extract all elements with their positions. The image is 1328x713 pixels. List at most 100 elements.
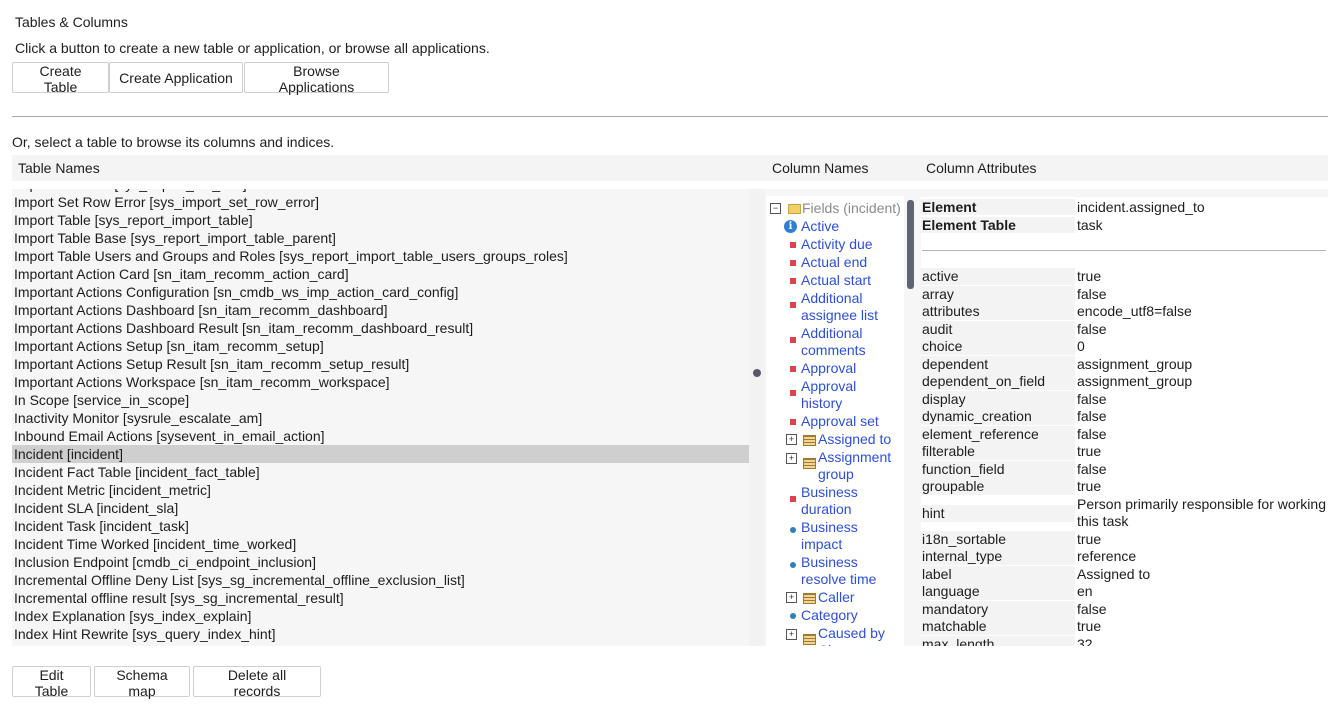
- tree-item-label[interactable]: Business duration: [801, 484, 901, 518]
- tree-item-label[interactable]: Business impact: [801, 519, 901, 553]
- collapse-icon[interactable]: −: [770, 203, 781, 214]
- tree-item[interactable]: i Active: [766, 218, 904, 236]
- table-list-item[interactable]: Important Actions Workspace [sn_itam_rec…: [12, 373, 749, 391]
- tree-item[interactable]: + Caused by Change: [766, 625, 904, 646]
- expand-icon[interactable]: +: [786, 453, 797, 464]
- field-icon: [790, 302, 796, 308]
- tree-item[interactable]: + Caller: [766, 589, 904, 607]
- table-list-item[interactable]: Incident Time Worked [incident_time_work…: [12, 535, 749, 553]
- tree-item-label[interactable]: Business resolve time: [801, 554, 901, 588]
- table-list-item[interactable]: Index Explanation [sys_index_explain]: [12, 607, 749, 625]
- edit-table-button[interactable]: Edit Table: [12, 666, 91, 699]
- tree-item[interactable]: Actual end: [766, 254, 904, 272]
- table-list-item[interactable]: Inclusion Endpoint [cmdb_ci_endpoint_inc…: [12, 553, 749, 571]
- table-list-item[interactable]: Important Actions Setup Result [sn_itam_…: [12, 355, 749, 373]
- table-list-item[interactable]: Incident SLA [incident_sla]: [12, 499, 749, 517]
- tree-item-label[interactable]: Approval: [801, 360, 901, 377]
- table-list-item[interactable]: Inactivity Monitor [sysrule_escalate_am]: [12, 409, 749, 427]
- table-list-item[interactable]: Incremental Offline Deny List [sys_sg_in…: [12, 571, 749, 589]
- info-icon: i: [784, 220, 797, 233]
- table-list-item[interactable]: Important Action Card [sn_itam_recomm_ac…: [12, 265, 749, 283]
- attribute-row: attributes encode_utf8=false: [921, 303, 1328, 321]
- tree-item[interactable]: + Assignment group: [766, 449, 904, 484]
- expand-icon[interactable]: +: [786, 592, 797, 603]
- expand-icon[interactable]: +: [786, 434, 797, 445]
- table-list-item[interactable]: Import Table Base [sys_report_import_tab…: [12, 229, 749, 247]
- attribute-name: internal_type: [921, 548, 1075, 565]
- delete-all-records-button[interactable]: Delete all records: [193, 666, 321, 699]
- attribute-value: true: [1077, 530, 1102, 547]
- tree-item[interactable]: + Assigned to: [766, 431, 904, 449]
- table-list-item[interactable]: Incident Metric [incident_metric]: [12, 481, 749, 499]
- table-list-item[interactable]: Import Set Row Error [sys_import_set_row…: [12, 193, 749, 211]
- tree-item-label[interactable]: Additional assignee list: [801, 290, 901, 324]
- table-list-item[interactable]: Incident [incident]: [12, 445, 749, 463]
- tree-item-label[interactable]: Activity due: [801, 236, 901, 253]
- table-list-item[interactable]: Important Actions Dashboard Result [sn_i…: [12, 319, 749, 337]
- splitter-handle[interactable]: [753, 369, 761, 377]
- tree-item[interactable]: Additional comments: [766, 325, 904, 360]
- table-list-item[interactable]: Incident Task [incident_task]: [12, 517, 749, 535]
- table-list-item[interactable]: In Scope [service_in_scope]: [12, 391, 749, 409]
- tree-root[interactable]: − Fields (incident): [766, 200, 904, 217]
- tree-item-label[interactable]: Active: [801, 218, 901, 235]
- attribute-name: audit: [921, 320, 1075, 338]
- choice-dot-icon: [790, 613, 796, 619]
- create-table-button[interactable]: Create Table: [12, 62, 109, 95]
- attribute-value: false: [1077, 285, 1107, 302]
- table-list-item[interactable]: Important Actions Dashboard [sn_itam_rec…: [12, 301, 749, 319]
- element-table-row: Element Table task: [921, 217, 1328, 234]
- table-names-list[interactable]: Import Set Row [sys_import_set_row]Impor…: [12, 189, 749, 645]
- tree-item[interactable]: Approval history: [766, 378, 904, 413]
- tree-root-label: Fields (incident): [802, 200, 901, 216]
- table-names-header: Table Names: [18, 160, 100, 176]
- tree-item[interactable]: Category: [766, 607, 904, 625]
- tree-item[interactable]: Business resolve time: [766, 554, 904, 589]
- splitter[interactable]: [749, 189, 765, 646]
- table-list-item[interactable]: Incident Fact Table [incident_fact_table…: [12, 463, 749, 481]
- table-list-item[interactable]: Inbound Email Actions [sysevent_in_email…: [12, 427, 749, 445]
- attribute-name: choice: [921, 338, 1075, 355]
- browse-applications-button[interactable]: Browse Applications: [244, 62, 389, 95]
- table-list-item[interactable]: Important Actions Configuration [sn_cmdb…: [12, 283, 749, 301]
- field-icon: [790, 242, 796, 248]
- tree-item-label[interactable]: Approval history: [801, 378, 901, 412]
- tree-item-label[interactable]: Additional comments: [801, 325, 901, 359]
- attribute-value: assignment_group: [1077, 373, 1193, 389]
- expand-icon[interactable]: +: [786, 629, 797, 640]
- table-list-item[interactable]: Import Table Users and Groups and Roles …: [12, 247, 749, 265]
- tree-item[interactable]: Business duration: [766, 484, 904, 519]
- attribute-row: audit false: [921, 320, 1328, 339]
- tree-item[interactable]: Business impact: [766, 519, 904, 554]
- table-list-item[interactable]: Incremental offline result [sys_sg_incre…: [12, 589, 749, 607]
- tree-item-label[interactable]: Actual end: [801, 254, 901, 271]
- tree-item[interactable]: Approval set: [766, 413, 904, 431]
- table-icon: [803, 435, 816, 446]
- table-list-item[interactable]: Important Actions Setup [sn_itam_recomm_…: [12, 337, 749, 355]
- table-list-item[interactable]: Import Table [sys_report_import_table]: [12, 211, 749, 229]
- element-label: Element: [921, 199, 1075, 215]
- tree-item[interactable]: Additional assignee list: [766, 290, 904, 325]
- tree-item-label[interactable]: Assigned to: [818, 431, 904, 448]
- attribute-name: display: [921, 390, 1075, 408]
- create-application-button[interactable]: Create Application: [109, 62, 243, 93]
- table-list-item[interactable]: Index Hint Rewrite [sys_query_index_hint…: [12, 625, 749, 643]
- table-icon: [803, 458, 816, 469]
- field-icon: [790, 366, 796, 372]
- tree-item-label[interactable]: Category: [801, 607, 901, 624]
- attribute-name: hint: [921, 504, 1075, 522]
- tree-item-label[interactable]: Approval set: [801, 413, 901, 430]
- tree-item-label[interactable]: Caller: [818, 589, 904, 606]
- tree-item-label[interactable]: Caused by Change: [818, 625, 904, 646]
- schema-map-button[interactable]: Schema map: [94, 666, 190, 699]
- tree-item-label[interactable]: Actual start: [801, 272, 901, 289]
- tree-item[interactable]: Activity due: [766, 236, 904, 254]
- tree-item[interactable]: Approval: [766, 360, 904, 378]
- tree-item-label[interactable]: Assignment group: [818, 449, 904, 483]
- page-intro: Click a button to create a new table or …: [15, 40, 490, 56]
- attribute-value: en: [1077, 583, 1093, 599]
- attribute-row: array false: [921, 285, 1328, 304]
- column-names-tree[interactable]: − Fields (incident) i Active Activity due A…: [766, 196, 904, 646]
- tree-item[interactable]: Actual start: [766, 272, 904, 290]
- tree-scrollbar[interactable]: [907, 200, 914, 289]
